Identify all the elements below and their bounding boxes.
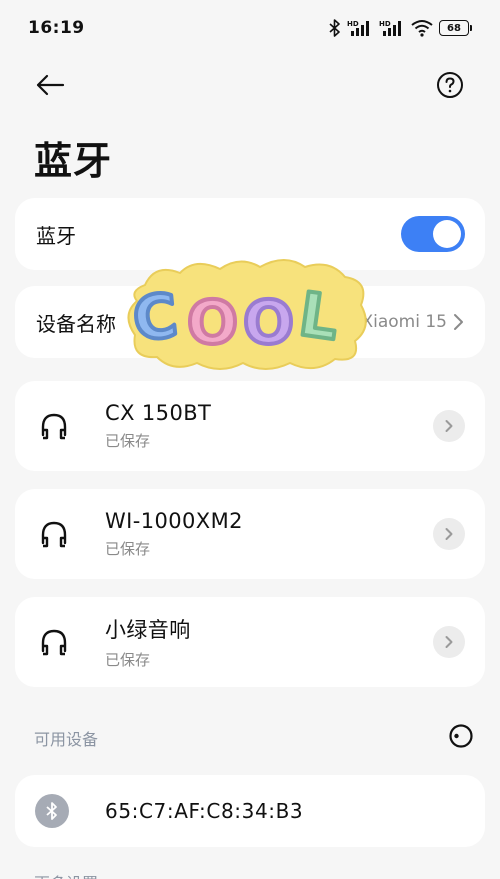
bluetooth-toggle[interactable] [401, 216, 465, 252]
device-name: WI-1000XM2 [105, 509, 243, 533]
device-name-row[interactable]: 设备名称 1Xiaomi 15 [15, 286, 485, 358]
chevron-right-icon [445, 420, 453, 432]
bluetooth-toggle-row[interactable]: 蓝牙 [15, 198, 485, 270]
device-text: WI-1000XM2 已保存 [105, 509, 433, 559]
device-name-value: 1Xiaomi 15 [350, 312, 447, 332]
status-icons: HD HD 68 [329, 19, 472, 37]
device-details-button[interactable] [433, 518, 465, 550]
headphones-icon [37, 409, 71, 443]
help-button[interactable] [432, 67, 468, 103]
saved-device-row[interactable]: CX 150BT 已保存 [15, 381, 485, 471]
device-details-button[interactable] [433, 410, 465, 442]
wifi-icon [411, 19, 433, 37]
available-devices-label: 可用设备 [34, 730, 99, 749]
chevron-right-icon [454, 314, 463, 330]
device-name: 小绿音响 [105, 618, 191, 642]
svg-text:HD: HD [347, 20, 359, 28]
more-settings-label: 更多设置 [34, 870, 98, 879]
device-name-value-group: 1Xiaomi 15 [351, 312, 465, 332]
status-bar: 16:19 HD HD 68 [0, 0, 500, 56]
headphones-icon [37, 517, 71, 551]
signal-1-icon: HD [347, 19, 373, 37]
device-name: CX 150BT [105, 401, 212, 425]
help-icon [437, 72, 463, 98]
device-status: 已保存 [105, 432, 151, 450]
device-text: 小绿音响 已保存 [105, 614, 433, 670]
top-nav [0, 62, 500, 108]
available-device-name: 65:C7:AF:C8:34:B3 [105, 799, 304, 823]
bluetooth-label: 蓝牙 [36, 223, 76, 248]
battery-icon: 68 [439, 20, 472, 36]
page-title: 蓝牙 [34, 139, 113, 183]
saved-device-row[interactable]: 小绿音响 已保存 [15, 597, 485, 687]
svg-text:HD: HD [379, 20, 391, 28]
refresh-scan-icon[interactable] [447, 722, 475, 750]
device-text: CX 150BT 已保存 [105, 401, 433, 451]
back-arrow-icon [36, 74, 65, 96]
battery-level: 68 [439, 20, 469, 36]
toggle-knob [433, 220, 461, 248]
headphones-icon [37, 625, 71, 659]
signal-2-icon: HD [379, 19, 405, 37]
saved-device-row[interactable]: WI-1000XM2 已保存 [15, 489, 485, 579]
device-name-label: 设备名称 [36, 311, 116, 336]
device-details-button[interactable] [433, 626, 465, 658]
bluetooth-device-icon [35, 794, 69, 828]
chevron-right-icon [445, 528, 453, 540]
bluetooth-status-icon [329, 19, 341, 37]
device-status: 已保存 [105, 651, 151, 669]
available-device-row[interactable]: 65:C7:AF:C8:34:B3 [15, 775, 485, 847]
device-status: 已保存 [105, 540, 151, 558]
back-button[interactable] [32, 67, 68, 103]
chevron-right-icon [445, 636, 453, 648]
status-time: 16:19 [28, 18, 85, 38]
